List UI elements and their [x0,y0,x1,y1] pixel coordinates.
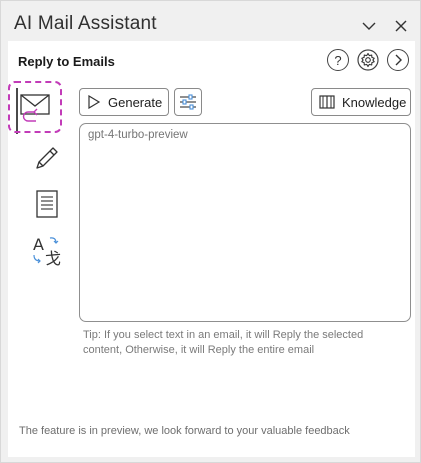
svg-text:戈: 戈 [45,249,61,268]
close-button[interactable] [391,16,411,36]
pencil-icon [36,147,58,169]
close-icon [395,20,407,32]
book-icon [319,95,335,109]
generation-settings-button[interactable] [174,88,202,116]
generate-button[interactable]: Generate [79,88,169,116]
next-button[interactable] [387,49,409,71]
mail-reply-icon [20,94,50,122]
window-frame: AI Mail Assistant Reply to Emails ? A 戈 … [0,0,421,463]
chevron-right-icon [395,54,402,66]
translate-icon: A 戈 [33,235,61,268]
play-icon [88,95,101,109]
sidebar-item-translate[interactable]: A 戈 [20,225,74,277]
sidebar-item-summarize[interactable] [20,178,74,230]
sidebar-item-compose[interactable] [20,132,74,184]
preview-feedback-text: The feature is in preview, we look forwa… [19,425,350,437]
sidebar-item-reply[interactable] [8,81,62,133]
help-button[interactable]: ? [327,49,349,71]
svg-text:A: A [33,235,44,254]
chevron-down-icon [362,22,376,30]
settings-button[interactable] [357,49,379,71]
page-title: Reply to Emails [18,54,115,69]
sliders-icon [180,94,196,110]
reply-textarea[interactable] [79,123,411,322]
assistant-panel: Reply to Emails ? A 戈 Generate Knowledge… [8,41,415,457]
knowledge-button[interactable]: Knowledge [311,88,411,116]
document-icon [36,190,58,218]
help-icon: ? [334,52,342,68]
tip-text: Tip: If you select text in an email, it … [83,329,364,356]
generate-label: Generate [108,94,163,110]
app-title: AI Mail Assistant [14,13,157,34]
title-bar: AI Mail Assistant [1,1,421,41]
collapse-button[interactable] [359,16,379,36]
knowledge-label: Knowledge [342,94,407,110]
gear-icon [357,49,379,71]
